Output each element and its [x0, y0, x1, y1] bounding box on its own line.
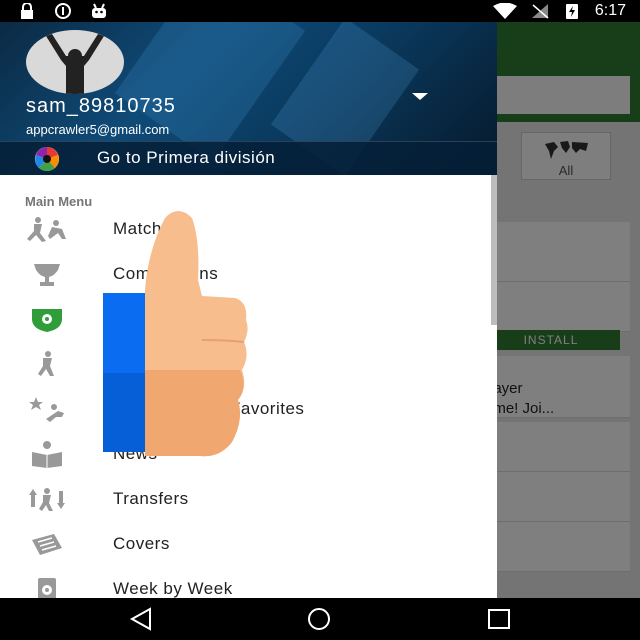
menu-item-label: Transfers — [113, 489, 189, 508]
username: sam_89810735 — [26, 95, 176, 117]
trophy-icon — [34, 264, 60, 286]
newspaper-icon — [32, 534, 62, 555]
no-signal-icon — [531, 4, 549, 19]
league-badge-icon — [32, 309, 62, 332]
recents-icon[interactable] — [486, 607, 512, 631]
goto-league-label: Go to Primera división — [97, 148, 276, 167]
system-nav-bar — [0, 598, 640, 640]
status-bar: 6:17 — [0, 0, 640, 22]
player-icon — [38, 351, 54, 376]
wifi-icon — [492, 3, 517, 19]
menu-item-transfers[interactable]: Transfers — [0, 477, 497, 522]
home-icon[interactable] — [306, 607, 332, 631]
back-icon[interactable] — [128, 607, 154, 631]
clock: 6:17 — [594, 2, 626, 19]
menu-item-week-by-week[interactable]: Week by Week — [0, 567, 497, 598]
league-logo-icon — [35, 147, 59, 172]
celebrating-player-icon — [46, 34, 104, 94]
lock-icon — [21, 3, 33, 19]
thumbs-up-icon — [145, 211, 248, 457]
goto-league-row[interactable]: Go to Primera división — [0, 141, 497, 175]
transfers-icon — [29, 488, 65, 511]
drawer-scrollbar[interactable] — [491, 175, 497, 325]
cast-icon — [55, 3, 71, 19]
android-icon — [92, 3, 106, 18]
drawer-header: sam_89810735 appcrawler5@gmail.com Go to… — [0, 22, 497, 175]
menu-item-label: Week by Week — [113, 579, 233, 598]
account-dropdown-icon[interactable] — [412, 93, 428, 100]
calendar-ball-icon — [38, 578, 56, 598]
overlay-blue-bar-shade — [103, 373, 145, 452]
menu-item-covers[interactable]: Covers — [0, 522, 497, 567]
battery-charging-icon — [565, 4, 578, 19]
players-icon — [27, 217, 66, 242]
avatar[interactable] — [26, 30, 124, 94]
news-reader-icon — [32, 441, 62, 468]
star-player-icon — [29, 397, 64, 422]
menu-item-label: Covers — [113, 534, 170, 553]
email: appcrawler5@gmail.com — [26, 122, 170, 137]
